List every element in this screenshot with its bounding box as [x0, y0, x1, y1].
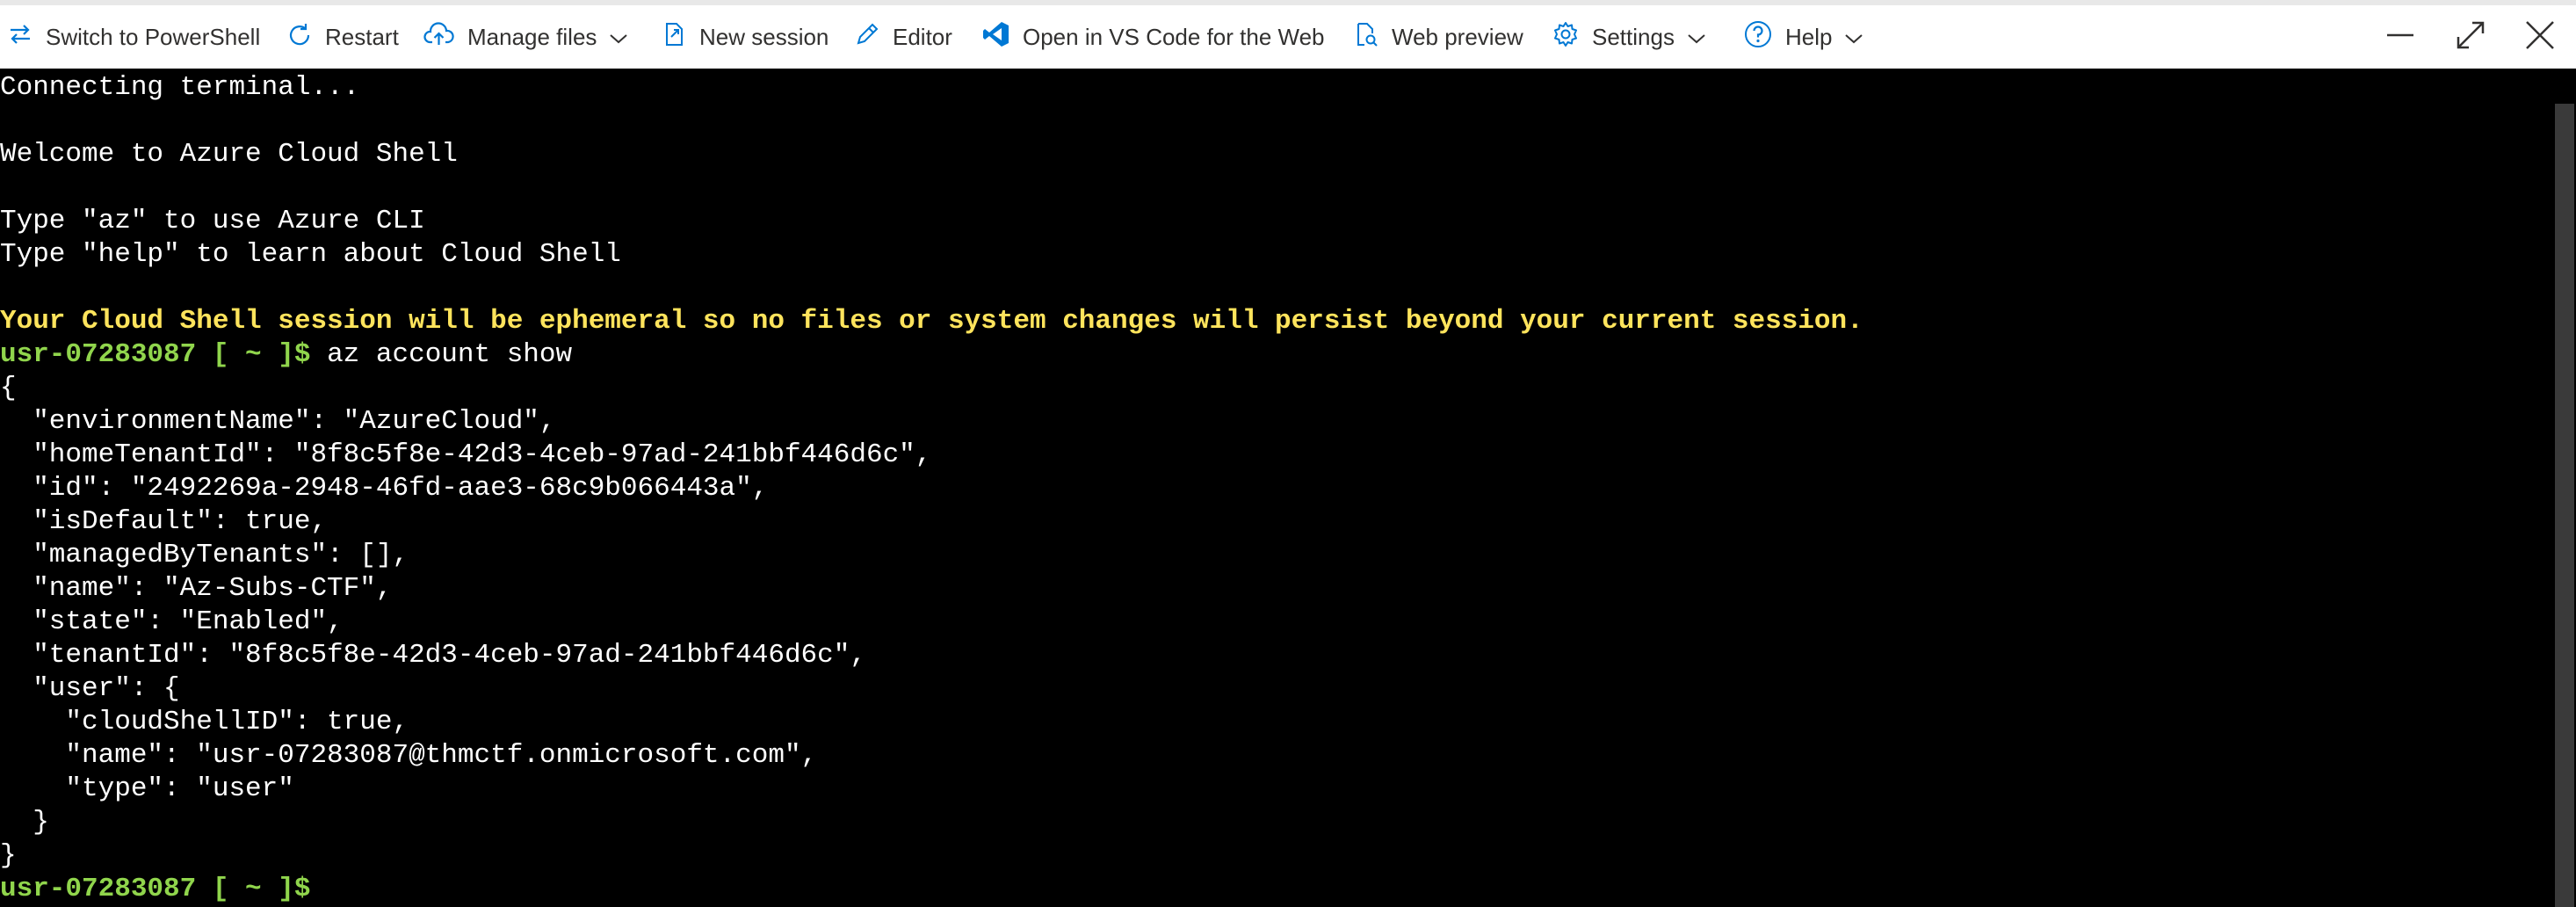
output-line: "name": "Az-Subs-CTF", — [0, 573, 393, 604]
connecting-line: Connecting terminal... — [0, 72, 360, 103]
manage-files-label: Manage files — [467, 23, 597, 50]
restart-icon — [286, 21, 313, 54]
output-line: "id": "2492269a-2948-46fd-aae3-68c9b0664… — [0, 473, 769, 504]
web-preview-button[interactable]: Web preview — [1353, 5, 1523, 69]
output-line: "user": { — [0, 673, 180, 704]
new-session-label: New session — [699, 23, 829, 50]
output-line: "cloudShellID": true, — [0, 707, 409, 737]
welcome-line: Welcome to Azure Cloud Shell — [0, 139, 458, 170]
vscode-icon — [982, 20, 1010, 54]
open-in-vscode-button[interactable]: Open in VS Code for the Web — [982, 5, 1325, 69]
web-preview-icon — [1353, 21, 1379, 54]
hint-az-line: Type "az" to use Azure CLI — [0, 206, 425, 236]
settings-label: Settings — [1592, 23, 1675, 50]
hint-help-line: Type "help" to learn about Cloud Shell — [0, 239, 621, 270]
output-line: "environmentName": "AzureCloud", — [0, 406, 556, 437]
command-text: az account show — [310, 339, 573, 370]
output-line: "managedByTenants": [], — [0, 540, 409, 570]
restart-button[interactable]: Restart — [286, 5, 399, 69]
chevron-down-icon — [1844, 24, 1863, 51]
output-line: "type": "user" — [0, 773, 294, 804]
terminal-scrollbar-thumb[interactable] — [2555, 104, 2574, 907]
manage-files-dropdown[interactable]: Manage files — [423, 5, 628, 69]
output-line: } — [0, 840, 17, 871]
shell-prompt: usr-07283087 [ ~ ]$ — [0, 874, 311, 904]
minimize-button[interactable] — [2380, 18, 2420, 58]
gear-icon — [1552, 20, 1580, 54]
cloud-upload-icon — [423, 21, 455, 54]
close-icon — [2524, 19, 2556, 57]
chevron-down-icon — [609, 24, 628, 51]
help-dropdown[interactable]: Help — [1743, 5, 1863, 69]
output-line: { — [0, 373, 17, 403]
settings-dropdown[interactable]: Settings — [1552, 5, 1706, 69]
terminal-window[interactable]: Connecting terminal... Welcome to Azure … — [0, 69, 2576, 907]
new-session-button[interactable]: New session — [661, 5, 829, 69]
maximize-button[interactable] — [2450, 18, 2491, 58]
output-line: "tenantId": "8f8c5f8e-42d3-4ceb-97ad-241… — [0, 640, 866, 671]
final-prompt-line[interactable]: usr-07283087 [ ~ ]$ — [0, 873, 310, 906]
ephemeral-warning: Your Cloud Shell session will be ephemer… — [0, 306, 1863, 337]
open-in-vscode-label: Open in VS Code for the Web — [1023, 23, 1325, 50]
maximize-icon — [2455, 19, 2486, 57]
shell-prompt: usr-07283087 [ ~ ]$ — [0, 339, 311, 370]
editor-label: Editor — [893, 23, 952, 50]
command-line: usr-07283087 [ ~ ]$ az account show — [0, 338, 572, 372]
cloud-shell-toolbar: Switch to PowerShell Restart Manage file… — [0, 0, 2576, 69]
switch-to-powershell-label: Switch to PowerShell — [46, 23, 261, 50]
output-line: "homeTenantId": "8f8c5f8e-42d3-4ceb-97ad… — [0, 439, 932, 470]
restart-label: Restart — [325, 23, 399, 50]
help-circle-icon — [1743, 19, 1773, 55]
output-line: "isDefault": true, — [0, 506, 328, 537]
chevron-down-icon — [1687, 24, 1706, 51]
new-session-icon — [661, 21, 687, 54]
web-preview-label: Web preview — [1392, 23, 1523, 50]
output-line: "state": "Enabled", — [0, 606, 344, 637]
close-button[interactable] — [2520, 18, 2560, 58]
pencil-icon — [854, 21, 880, 54]
editor-button[interactable]: Editor — [854, 5, 952, 69]
switch-to-powershell-button[interactable]: Switch to PowerShell — [7, 5, 260, 69]
minimize-icon — [2385, 20, 2415, 56]
switch-arrows-icon — [7, 21, 33, 54]
output-line: "name": "usr-07283087@thmctf.onmicrosoft… — [0, 740, 818, 771]
help-label: Help — [1785, 23, 1833, 50]
output-line: } — [0, 807, 49, 838]
